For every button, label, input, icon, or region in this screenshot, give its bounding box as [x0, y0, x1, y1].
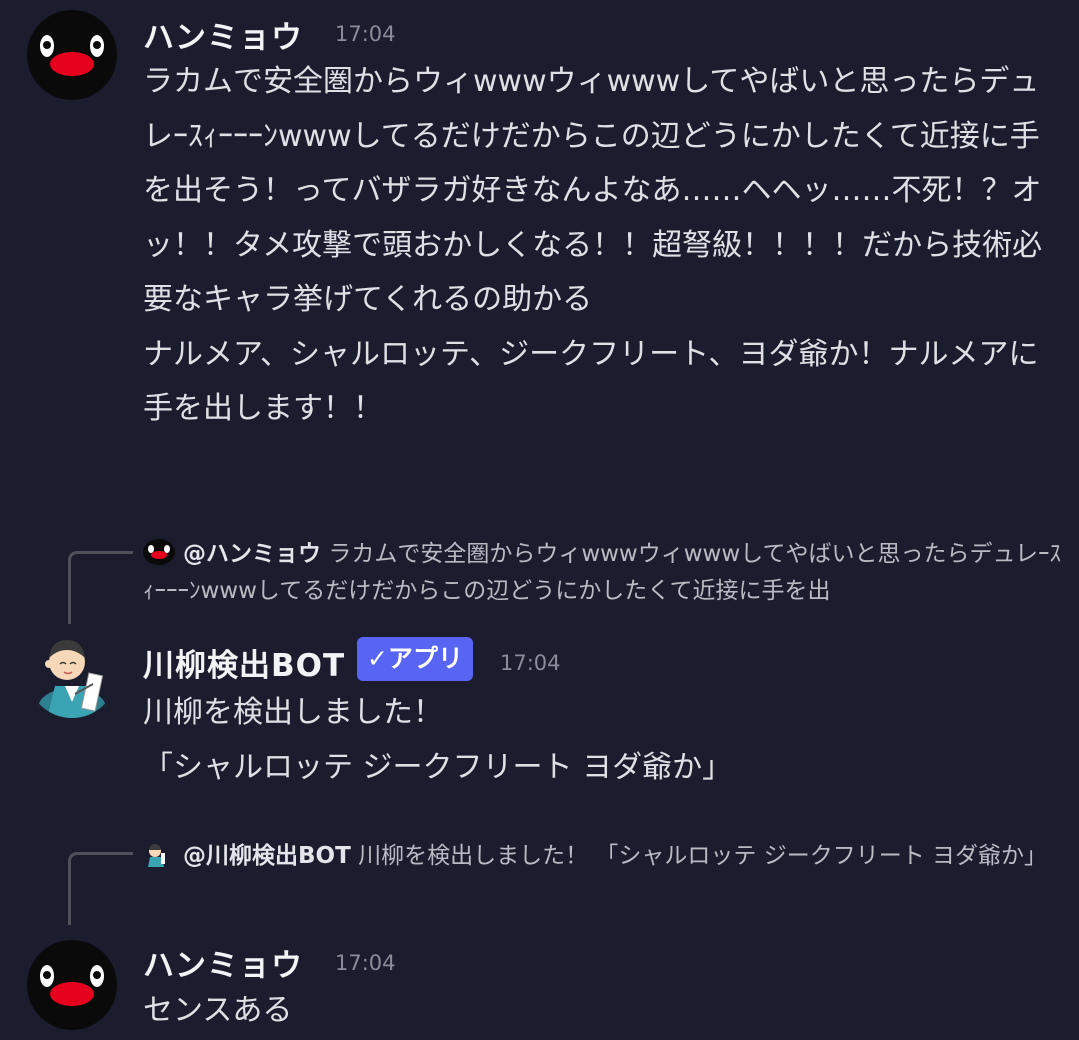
message-timestamp[interactable]: 17:04: [335, 22, 396, 46]
reply-author[interactable]: @ハンミョウ: [183, 541, 321, 567]
message-content: センスある: [143, 993, 293, 1028]
reply-connector: [68, 551, 133, 624]
penguin-eye-icon: [40, 965, 54, 987]
penguin-avatar[interactable]: [27, 940, 117, 1030]
penguin-beak-icon: [50, 982, 94, 1006]
penguin-avatar[interactable]: [27, 10, 117, 100]
message-content: 川柳を検出しました！ 「シャルロッテ ジークフリート ヨダ爺か」: [143, 695, 733, 785]
message-timestamp[interactable]: 17:04: [500, 651, 561, 675]
penguin-mini-avatar: [143, 539, 175, 565]
bot-avatar[interactable]: [27, 628, 117, 718]
penguin-beak-icon: [50, 52, 94, 76]
author-name[interactable]: 川柳検出BOT: [143, 640, 345, 685]
reply-connector: [68, 852, 133, 925]
senryu-person-icon: [38, 640, 106, 718]
reply-text[interactable]: 川柳を検出しました！ 「シャルロッテ ジークフリート ヨダ爺か」: [358, 843, 1047, 869]
message-content: ラカムで安全圏からウィwwwウィwwwしてやばいと思ったらデュレｰｽｨｰｰｰﾝw…: [143, 64, 1043, 426]
author-name[interactable]: ハンミョウ: [143, 12, 303, 57]
reply-author[interactable]: @川柳検出BOT: [183, 843, 351, 869]
penguin-eye-icon: [90, 35, 104, 57]
reply-preview[interactable]: @川柳検出BOT 川柳を検出しました！ 「シャルロッテ ジークフリート ヨダ爺か…: [143, 838, 1063, 875]
author-name[interactable]: ハンミョウ: [143, 940, 303, 985]
app-badge: ✓アプリ: [357, 637, 473, 681]
bot-mini-avatar: [143, 841, 175, 867]
reply-preview[interactable]: @ハンミョウ ラカムで安全圏からウィwwwウィwwwしてやばいと思ったらデュレｰ…: [143, 536, 1063, 610]
message-timestamp[interactable]: 17:04: [335, 951, 396, 975]
penguin-eye-icon: [90, 965, 104, 987]
penguin-eye-icon: [40, 35, 54, 57]
